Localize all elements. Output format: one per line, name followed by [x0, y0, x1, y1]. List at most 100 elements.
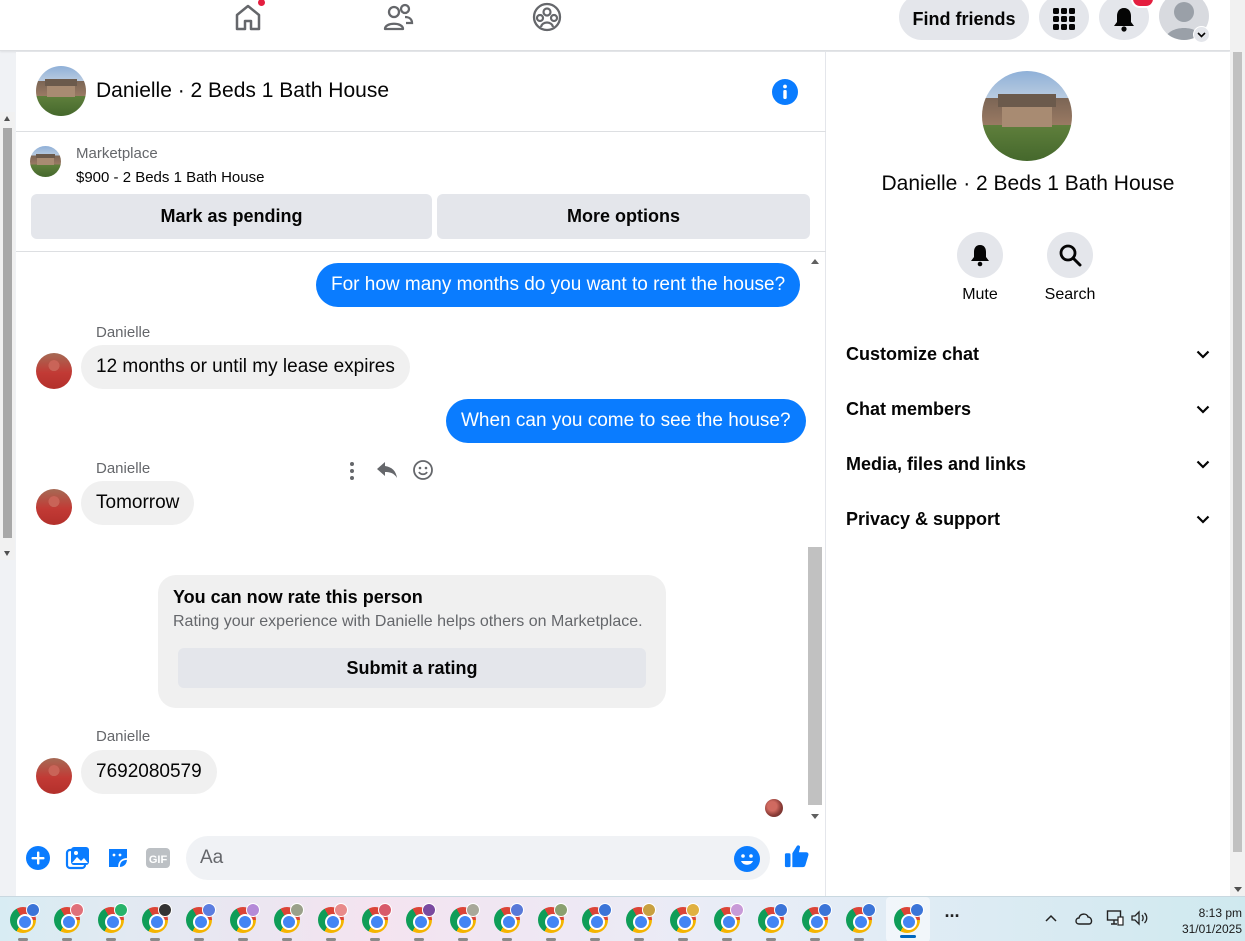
left-scroll-down-arrow[interactable] [4, 551, 10, 556]
more-vertical-icon[interactable] [346, 461, 358, 481]
onedrive-cloud-icon[interactable] [1074, 911, 1094, 925]
chat-avatar-house-photo[interactable] [36, 66, 86, 116]
taskbar-chrome-profile[interactable] [184, 903, 216, 941]
sender-avatar[interactable] [36, 758, 72, 794]
friends-icon [383, 3, 414, 31]
like-send-button[interactable] [784, 843, 810, 869]
taskbar-chrome-profile[interactable] [272, 903, 304, 941]
gif-button[interactable]: GIF [145, 845, 171, 871]
more-actions-button[interactable] [25, 845, 51, 871]
display-network-icon[interactable] [1106, 909, 1124, 927]
taskbar-chrome-profile[interactable] [756, 903, 788, 941]
conversation-info-button[interactable] [772, 79, 798, 105]
taskbar-chrome-profile[interactable] [668, 903, 700, 941]
photo-icon [65, 847, 89, 870]
page-scrollbar[interactable] [1230, 0, 1245, 896]
left-scroll-up-arrow[interactable] [4, 116, 10, 121]
more-options-button[interactable]: More options [437, 194, 810, 239]
taskbar-chrome-profile[interactable] [52, 903, 84, 941]
received-message[interactable]: Tomorrow [81, 481, 195, 525]
taskbar-overflow-button[interactable]: ··· [938, 906, 966, 930]
message-hover-actions [346, 457, 436, 485]
section-privacy-support[interactable]: Privacy & support [846, 499, 1210, 539]
left-scrollbar[interactable] [0, 112, 15, 560]
groups-icon [532, 2, 562, 32]
thumbs-up-icon [784, 845, 809, 868]
received-message[interactable]: 12 months or until my lease expires [81, 345, 410, 389]
taskbar-chrome-profile[interactable] [8, 903, 40, 941]
messages-scroll-down-arrow[interactable] [811, 814, 819, 819]
profile-badge-icon [686, 903, 700, 917]
friends-tab[interactable] [380, 0, 416, 34]
messages-scrollbar-thumb[interactable] [808, 547, 822, 805]
section-label: Customize chat [846, 343, 980, 364]
rating-card-subtitle: Rating your experience with Danielle hel… [173, 613, 643, 630]
taskbar-chrome-profile[interactable] [492, 903, 524, 941]
section-chat-members[interactable]: Chat members [846, 389, 1210, 429]
emoji-button[interactable] [734, 846, 760, 872]
chevron-down-icon [1196, 460, 1210, 469]
mark-as-pending-button[interactable]: Mark as pending [31, 194, 432, 239]
received-message[interactable]: 7692080579 [81, 750, 217, 794]
mute-button[interactable] [957, 232, 1003, 278]
listing-source-label: Marketplace [76, 145, 158, 162]
submit-rating-button[interactable]: Submit a rating [178, 648, 646, 688]
plus-circle-icon [26, 846, 50, 870]
tray-chevron-up-icon[interactable] [1045, 914, 1057, 922]
home-tab[interactable] [230, 0, 266, 34]
messages-scroll-up-arrow[interactable] [811, 259, 819, 264]
sent-message[interactable]: For how many months do you want to rent … [316, 263, 801, 307]
mute-action[interactable]: Mute [940, 232, 1020, 304]
page-scrollbar-thumb[interactable] [1233, 52, 1242, 852]
find-friends-button[interactable]: Find friends [899, 0, 1029, 40]
reply-icon[interactable] [376, 460, 398, 480]
gif-icon: GIF [146, 848, 170, 868]
account-menu-chevron[interactable] [1193, 26, 1210, 43]
taskbar-chrome-profile[interactable] [580, 903, 612, 941]
react-emoji-icon[interactable] [412, 459, 434, 481]
sender-avatar[interactable] [36, 489, 72, 525]
sender-avatar[interactable] [36, 353, 72, 389]
taskbar-chrome-profile[interactable] [360, 903, 392, 941]
taskbar-chrome-profile[interactable] [404, 903, 436, 941]
message-input[interactable] [200, 836, 720, 880]
groups-tab[interactable] [529, 0, 565, 34]
listing-price-title[interactable]: $900 - 2 Beds 1 Bath House [76, 169, 264, 186]
page-scroll-down-arrow[interactable] [1234, 887, 1242, 892]
search-action[interactable]: Search [1030, 232, 1110, 304]
volume-speaker-icon[interactable] [1130, 910, 1150, 926]
rating-card-title: You can now rate this person [173, 587, 423, 607]
menu-button[interactable] [1039, 0, 1089, 40]
taskbar-chrome-profile[interactable] [800, 903, 832, 941]
taskbar-chrome-profile[interactable] [448, 903, 480, 941]
message-sender-name: Danielle [96, 460, 151, 477]
sent-message[interactable]: When can you come to see the house? [446, 399, 806, 443]
taskbar-chrome-profile[interactable] [228, 903, 260, 941]
section-media-files-links[interactable]: Media, files and links [846, 444, 1210, 484]
conversation-details-panel: Danielle · 2 Beds 1 Bath House Mute Sear… [826, 52, 1230, 896]
section-label: Media, files and links [846, 453, 1027, 474]
taskbar-chrome-profile[interactable] [316, 903, 348, 941]
taskbar-chrome-profile[interactable] [844, 903, 876, 941]
taskbar-chrome-profile[interactable] [96, 903, 128, 941]
listing-photo[interactable] [30, 146, 61, 177]
search-button[interactable] [1047, 232, 1093, 278]
messages-scrollbar[interactable] [808, 253, 822, 821]
sticker-button[interactable] [105, 845, 131, 871]
section-customize-chat[interactable]: Customize chat [846, 334, 1210, 374]
sticker-icon [109, 849, 128, 868]
profile-badge-icon [642, 903, 656, 917]
chevron-down-icon [1196, 405, 1210, 414]
left-scrollbar-thumb[interactable] [3, 128, 12, 538]
taskbar-chrome-profile[interactable] [140, 903, 172, 941]
taskbar-chrome-profile[interactable] [624, 903, 656, 941]
taskbar-chrome-active[interactable] [892, 903, 924, 935]
top-navigation: Find friends [0, 0, 1230, 51]
taskbar-chrome-profile[interactable] [712, 903, 744, 941]
chat-title[interactable]: Danielle · 2 Beds 1 Bath House [96, 79, 389, 103]
system-clock[interactable]: 8:13 pm 31/01/2025 [1152, 905, 1242, 937]
attach-photo-button[interactable] [65, 845, 91, 871]
details-avatar-house-photo[interactable] [982, 71, 1072, 161]
home-notification-dot [257, 0, 266, 7]
taskbar-chrome-profile[interactable] [536, 903, 568, 941]
